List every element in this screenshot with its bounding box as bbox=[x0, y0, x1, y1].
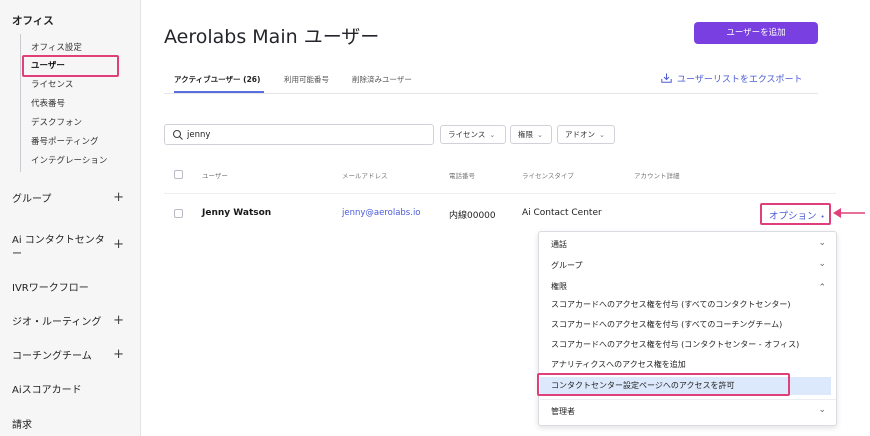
user-email-link[interactable]: jenny@aerolabs.io bbox=[342, 208, 421, 218]
annotation-arrow-icon bbox=[833, 208, 865, 218]
filter-permissions[interactable]: 権限 ⌄ bbox=[510, 125, 552, 144]
filter-label: ライセンス bbox=[448, 130, 486, 139]
plus-icon[interactable]: + bbox=[113, 238, 124, 252]
tab-deleted-users[interactable]: 削除済みユーザー bbox=[352, 74, 412, 85]
users-highlight-box bbox=[22, 55, 119, 77]
sidebar-item-office-settings[interactable]: オフィス設定 bbox=[31, 41, 82, 53]
sidebar-section-ai-contact-center[interactable]: Ai コンタクトセンター + bbox=[12, 234, 134, 262]
app-root: オフィス オフィス設定 ユーザー ライセンス 代表番号 デスクフォン 番号ポーテ… bbox=[0, 0, 870, 436]
tab-available-numbers[interactable]: 利用可能番号 bbox=[284, 74, 329, 85]
search-input[interactable] bbox=[187, 128, 427, 142]
user-license-type: Ai Contact Center bbox=[522, 208, 602, 218]
menu-item-groups[interactable]: グループ bbox=[551, 260, 583, 271]
chevron-down-icon[interactable]: ⌄ bbox=[818, 259, 826, 269]
sidebar-section-billing[interactable]: 請求 bbox=[12, 419, 134, 433]
row-checkbox[interactable] bbox=[174, 209, 183, 218]
sidebar-item-licenses[interactable]: ライセンス bbox=[31, 78, 73, 90]
sidebar-section-geo-routing[interactable]: ジオ・ルーティング + bbox=[12, 314, 134, 330]
add-user-button[interactable]: ユーザーを追加 bbox=[694, 22, 818, 44]
filter-license[interactable]: ライセンス ⌄ bbox=[440, 125, 506, 144]
sidebar: オフィス オフィス設定 ユーザー ライセンス 代表番号 デスクフォン 番号ポーテ… bbox=[0, 0, 141, 436]
page-title: Aerolabs Main ユーザー bbox=[164, 26, 380, 48]
plus-icon[interactable]: + bbox=[113, 191, 124, 205]
options-button[interactable]: オプション • bbox=[769, 208, 825, 222]
sidebar-item-deskphones[interactable]: デスクフォン bbox=[31, 116, 82, 128]
select-all-checkbox[interactable] bbox=[174, 170, 183, 179]
sidebar-section-label: ジオ・ルーティング bbox=[12, 317, 102, 328]
sidebar-item-main-number[interactable]: 代表番号 bbox=[31, 97, 65, 109]
table-divider bbox=[164, 193, 836, 194]
chevron-down-icon: ⌄ bbox=[489, 131, 496, 139]
sidebar-section-label: 請求 bbox=[12, 420, 32, 431]
caret-icon: • bbox=[820, 213, 825, 221]
menu-item-admin[interactable]: 管理者 bbox=[551, 406, 575, 417]
sidebar-section-groups[interactable]: グループ + bbox=[12, 191, 134, 207]
menu-item-permissions[interactable]: 権限 bbox=[551, 281, 567, 292]
column-header-phone: 電話番号 bbox=[449, 172, 475, 180]
search-icon bbox=[172, 129, 183, 140]
user-name: Jenny Watson bbox=[202, 208, 272, 218]
chevron-down-icon[interactable]: ⌄ bbox=[818, 405, 826, 415]
download-icon bbox=[661, 73, 672, 83]
menu-divider bbox=[540, 399, 836, 400]
menu-item-grant-scorecard-contact-center-office[interactable]: スコアカードへのアクセス権を付与 (コンタクトセンター - オフィス) bbox=[551, 339, 799, 350]
sidebar-section-label: グループ bbox=[12, 194, 52, 205]
tab-active-users[interactable]: アクティブユーザー (26) bbox=[174, 74, 260, 85]
sidebar-section-coaching-teams[interactable]: コーチングチーム + bbox=[12, 348, 134, 364]
menu-item-grant-scorecard-all-coaching-teams[interactable]: スコアカードへのアクセス権を付与 (すべてのコーチングチーム) bbox=[551, 319, 782, 330]
filter-label: 権限 bbox=[518, 130, 533, 139]
sidebar-item-number-porting[interactable]: 番号ポーティング bbox=[31, 135, 99, 147]
filter-label: アドオン bbox=[565, 130, 595, 139]
sidebar-item-integrations[interactable]: インテグレーション bbox=[31, 154, 107, 166]
options-label: オプション bbox=[769, 211, 817, 222]
sidebar-section-label: IVRワークフロー bbox=[12, 283, 89, 294]
menu-item-calls[interactable]: 通話 bbox=[551, 239, 567, 250]
column-header-email: メールアドレス bbox=[342, 172, 388, 180]
column-header-user: ユーザー bbox=[202, 172, 228, 180]
sidebar-section-label: Aiスコアカード bbox=[12, 385, 82, 396]
plus-icon[interactable]: + bbox=[113, 348, 124, 362]
sidebar-section-ai-scorecards[interactable]: Aiスコアカード bbox=[12, 384, 134, 398]
user-phone: 内線00000 bbox=[449, 211, 496, 221]
export-user-list-link[interactable]: ユーザーリストをエクスポート bbox=[661, 72, 803, 85]
sidebar-section-label: Ai コンタクトセンター bbox=[12, 235, 105, 260]
menu-item-grant-scorecard-all-contact-centers[interactable]: スコアカードへのアクセス権を付与 (すべてのコンタクトセンター) bbox=[551, 299, 791, 310]
sidebar-section-ivr-workflow[interactable]: IVRワークフロー bbox=[12, 282, 134, 296]
chevron-down-icon: ⌄ bbox=[599, 131, 605, 139]
sidebar-section-label: コーチングチーム bbox=[12, 351, 92, 362]
chevron-down-icon: ⌄ bbox=[537, 131, 543, 139]
menu-item-highlight-box bbox=[537, 373, 790, 396]
search-box[interactable] bbox=[164, 124, 434, 145]
filter-addons[interactable]: アドオン ⌄ bbox=[557, 125, 615, 144]
options-menu: 通話 ⌄ グループ ⌄ 権限 ⌃ スコアカードへのアクセス権を付与 (すべてのコ… bbox=[538, 231, 837, 426]
column-header-license-type: ライセンスタイプ bbox=[522, 172, 574, 180]
plus-icon[interactable]: + bbox=[113, 314, 124, 328]
export-label: ユーザーリストをエクスポート bbox=[677, 75, 803, 85]
menu-item-add-analytics-access[interactable]: アナリティクスへのアクセス権を追加 bbox=[551, 359, 686, 370]
active-tab-indicator bbox=[174, 91, 264, 93]
chevron-down-icon[interactable]: ⌄ bbox=[818, 238, 826, 248]
chevron-up-icon[interactable]: ⌃ bbox=[818, 283, 826, 293]
sidebar-title: オフィス bbox=[12, 15, 54, 27]
column-header-account-details: アカウント詳細 bbox=[634, 172, 680, 180]
